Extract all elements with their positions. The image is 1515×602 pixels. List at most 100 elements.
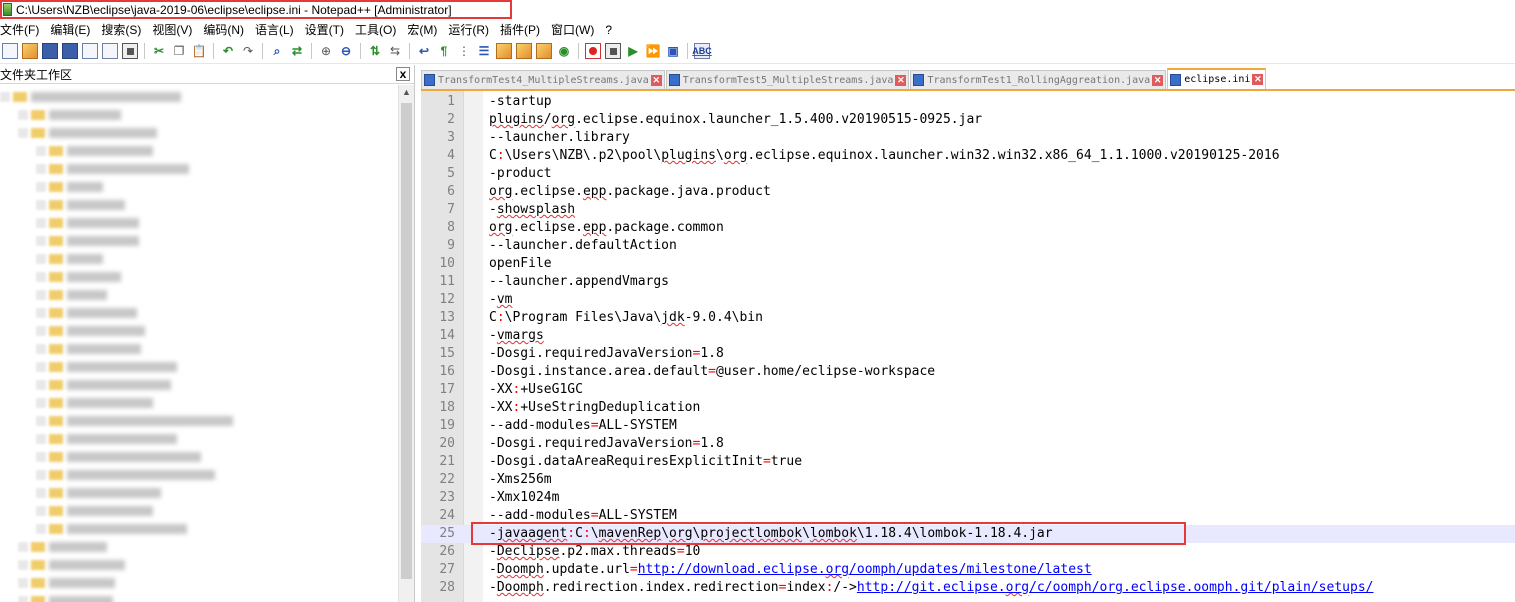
- menu-item-8[interactable]: 宏(M): [407, 21, 442, 38]
- code-text[interactable]: -Xms256m: [489, 471, 552, 489]
- tree-expand-icon[interactable]: [36, 289, 46, 300]
- code-line[interactable]: 27 -Doomph.update.url=http://download.ecl…: [421, 561, 1515, 579]
- code-line[interactable]: 18 -XX:+UseStringDeduplication: [421, 399, 1515, 417]
- tree-item[interactable]: [36, 504, 153, 517]
- tree-expand-icon[interactable]: [36, 145, 46, 156]
- code-text[interactable]: plugins/org.eclipse.equinox.launcher_1.5…: [489, 111, 982, 129]
- code-text[interactable]: -Declipse.p2.max.threads=10: [489, 543, 700, 561]
- tree-expand-icon[interactable]: [18, 127, 28, 138]
- stop-record-icon[interactable]: [605, 43, 621, 59]
- vertical-scrollbar[interactable]: ▲: [398, 85, 414, 602]
- code-line[interactable]: 15 -Dosgi.requiredJavaVersion=1.8: [421, 345, 1515, 363]
- menu-item-12[interactable]: ?: [605, 23, 617, 37]
- undo-icon[interactable]: ↶: [220, 43, 236, 59]
- code-text[interactable]: --launcher.appendVmargs: [489, 273, 669, 291]
- code-line[interactable]: 26 -Declipse.p2.max.threads=10: [421, 543, 1515, 561]
- tree-item[interactable]: [36, 360, 177, 373]
- save-macro-icon[interactable]: ▣: [665, 43, 681, 59]
- menu-item-5[interactable]: 语言(L): [255, 21, 299, 38]
- play-macro-icon[interactable]: ▶: [625, 43, 641, 59]
- tree-expand-icon[interactable]: [36, 379, 46, 390]
- tree-item[interactable]: [36, 216, 139, 229]
- code-line[interactable]: 13 C:\Program Files\Java\jdk-9.0.4\bin: [421, 309, 1515, 327]
- record-macro-icon[interactable]: [585, 43, 601, 59]
- print-icon[interactable]: [122, 43, 138, 59]
- find-icon[interactable]: ⌕: [269, 43, 285, 59]
- code-line[interactable]: 16 -Dosgi.instance.area.default=@user.hom…: [421, 363, 1515, 381]
- tab-1[interactable]: TransformTest5_MultipleStreams.java ✕: [665, 70, 910, 89]
- code-line[interactable]: 10 openFile: [421, 255, 1515, 273]
- copy-icon[interactable]: ❐: [171, 43, 187, 59]
- tree-item[interactable]: [36, 144, 153, 157]
- tree-item[interactable]: [18, 558, 125, 571]
- tree-expand-icon[interactable]: [18, 559, 28, 570]
- tree-expand-icon[interactable]: [36, 469, 46, 480]
- tree-item[interactable]: [18, 594, 113, 602]
- zoom-out-icon[interactable]: ⊖: [338, 43, 354, 59]
- code-text[interactable]: -startup: [489, 93, 552, 111]
- tree-item[interactable]: [36, 270, 121, 283]
- show-all-chars-icon[interactable]: ¶: [436, 43, 452, 59]
- tree-expand-icon[interactable]: [18, 577, 28, 588]
- code-line[interactable]: 4 C:\Users\NZB\.p2\pool\plugins\org.eclip…: [421, 147, 1515, 165]
- tab-0[interactable]: TransformTest4_MultipleStreams.java ✕: [421, 70, 665, 89]
- code-line[interactable]: 12 -vm: [421, 291, 1515, 309]
- tree-expand-icon[interactable]: [36, 487, 46, 498]
- code-text[interactable]: --add-modules=ALL-SYSTEM: [489, 417, 677, 435]
- menu-item-1[interactable]: 编辑(E): [50, 21, 95, 38]
- code-text[interactable]: -Dosgi.requiredJavaVersion=1.8: [489, 345, 724, 363]
- code-text[interactable]: -Dosgi.dataAreaRequiresExplicitInit=true: [489, 453, 802, 471]
- tree-expand-icon[interactable]: [36, 163, 46, 174]
- tree-item[interactable]: [36, 522, 187, 535]
- code-text[interactable]: -Doomph.update.url=http://download.eclip…: [489, 561, 1092, 579]
- code-text[interactable]: -vm: [489, 291, 512, 309]
- sync-vertical-icon[interactable]: ⇅: [367, 43, 383, 59]
- tree-item[interactable]: [18, 576, 115, 589]
- menu-item-7[interactable]: 工具(O): [355, 21, 401, 38]
- code-text[interactable]: -product: [489, 165, 552, 183]
- tree-item[interactable]: [36, 288, 107, 301]
- save-all-icon[interactable]: [62, 43, 78, 59]
- tree-expand-icon[interactable]: [36, 397, 46, 408]
- tree-expand-icon[interactable]: [36, 199, 46, 210]
- code-text[interactable]: --launcher.library: [489, 129, 630, 147]
- menu-item-2[interactable]: 搜索(S): [101, 21, 146, 38]
- code-line[interactable]: 24 --add-modules=ALL-SYSTEM: [421, 507, 1515, 525]
- tree-expand-icon[interactable]: [36, 307, 46, 318]
- tree-expand-icon[interactable]: [0, 91, 10, 102]
- tree-expand-icon[interactable]: [36, 217, 46, 228]
- tree-item[interactable]: [36, 306, 137, 319]
- tree-expand-icon[interactable]: [36, 325, 46, 336]
- language-icon[interactable]: ☰: [476, 43, 492, 59]
- monitoring-icon[interactable]: ◉: [556, 43, 572, 59]
- tree-expand-icon[interactable]: [36, 235, 46, 246]
- function-list-icon[interactable]: [516, 43, 532, 59]
- tree-item[interactable]: [0, 90, 181, 103]
- code-line[interactable]: 17 -XX:+UseG1GC: [421, 381, 1515, 399]
- tree-item[interactable]: [36, 180, 103, 193]
- menu-item-11[interactable]: 窗口(W): [551, 21, 599, 38]
- tree-expand-icon[interactable]: [36, 271, 46, 282]
- code-line[interactable]: 2 plugins/org.eclipse.equinox.launcher_1.…: [421, 111, 1515, 129]
- sync-horizontal-icon[interactable]: ⇆: [387, 43, 403, 59]
- tree-item[interactable]: [36, 252, 103, 265]
- code-line[interactable]: 25 -javaagent:C:\mavenRep\org\projectlomb…: [421, 525, 1515, 543]
- tree-expand-icon[interactable]: [36, 343, 46, 354]
- code-line[interactable]: 11 --launcher.appendVmargs: [421, 273, 1515, 291]
- tab-close-icon[interactable]: ✕: [650, 74, 662, 86]
- tree-item[interactable]: [36, 162, 189, 175]
- tree-item[interactable]: [18, 540, 107, 553]
- menu-item-9[interactable]: 运行(R): [448, 21, 494, 38]
- indent-guide-icon[interactable]: ⋮: [456, 43, 472, 59]
- menu-item-10[interactable]: 插件(P): [500, 21, 545, 38]
- spell-check-icon[interactable]: ABC: [692, 43, 712, 59]
- code-text[interactable]: org.eclipse.epp.package.java.product: [489, 183, 771, 201]
- tree-item[interactable]: [36, 468, 215, 481]
- code-text[interactable]: -XX:+UseStringDeduplication: [489, 399, 700, 417]
- folder-workspace-icon[interactable]: [536, 43, 552, 59]
- tree-item[interactable]: [36, 414, 233, 427]
- code-text[interactable]: -Doomph.redirection.index.redirection=in…: [489, 579, 1373, 597]
- tree-expand-icon[interactable]: [36, 181, 46, 192]
- tree-item[interactable]: [36, 432, 177, 445]
- tree-expand-icon[interactable]: [36, 523, 46, 534]
